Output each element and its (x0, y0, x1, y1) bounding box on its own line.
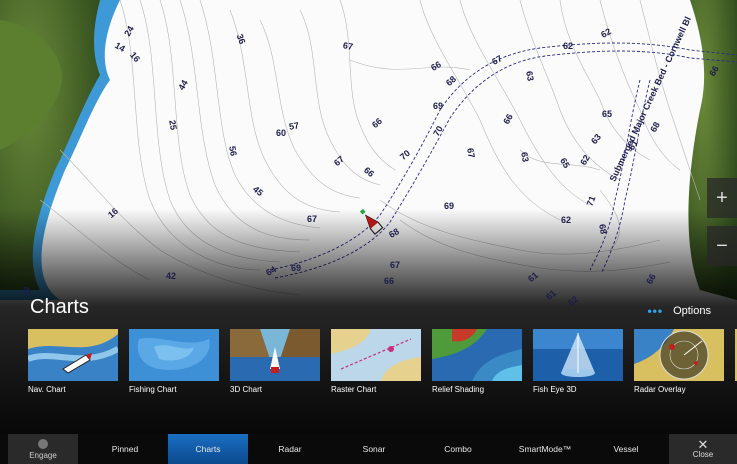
tile-label: Fishing Chart (129, 385, 177, 394)
options-button[interactable]: ••• Options (647, 304, 711, 318)
tab-smartmode[interactable]: SmartMode™ (505, 434, 585, 464)
fish-eye-3d-thumbnail (533, 329, 623, 381)
depth-label: 56 (227, 145, 239, 157)
depth-label: 67 (307, 214, 318, 224)
depth-label: 67 (390, 260, 401, 270)
depth-label: 62 (563, 41, 574, 51)
tile-nav-chart[interactable]: Nav. Chart (28, 329, 118, 394)
tile-label: 3D Chart (230, 385, 263, 394)
depth-label: 62 (561, 215, 572, 225)
tab-radar[interactable]: Radar (260, 434, 320, 464)
depth-label: 66 (384, 276, 395, 286)
depth-label: 60 (276, 128, 287, 138)
depth-label: 25 (167, 119, 179, 131)
depth-label: 69 (444, 201, 455, 211)
depth-label: 65 (602, 109, 613, 119)
tile-radar-overlay[interactable]: Radar Overlay (634, 329, 724, 394)
depth-label: 68 (597, 223, 609, 235)
3d-chart-thumbnail (230, 329, 320, 381)
tab-sonar[interactable]: Sonar (344, 434, 404, 464)
tile-fish-eye-3d[interactable]: Fish Eye 3D (533, 329, 623, 394)
tile-label: Fish Eye 3D (533, 385, 577, 394)
minus-icon: − (716, 234, 728, 257)
depth-label: 67 (342, 40, 354, 52)
chart-tiles-row: Nav. Chart Fishing Chart 3D Chart Raster… (28, 329, 737, 399)
nav-chart-thumbnail (28, 329, 118, 381)
depth-label: 69 (433, 101, 444, 111)
tile-label: Relief Shading (432, 385, 485, 394)
tab-combo[interactable]: Combo (428, 434, 488, 464)
radar-overlay-thumbnail (634, 329, 724, 381)
ellipsis-icon: ••• (647, 304, 664, 318)
engage-label: Engage (29, 450, 57, 460)
tile-label: Radar Overlay (634, 385, 686, 394)
depth-label: 57 (288, 120, 300, 132)
fishing-chart-thumbnail (129, 329, 219, 381)
zoom-in-button[interactable]: + (707, 178, 737, 218)
tile-relief-shading[interactable]: Relief Shading (432, 329, 522, 394)
bottom-tab-bar: Pinned Charts Radar Sonar Combo SmartMod… (0, 434, 737, 464)
close-label: Close (692, 450, 714, 459)
raster-chart-thumbnail (331, 329, 421, 381)
tile-label: Raster Chart (331, 385, 377, 394)
tile-label: Nav. Chart (28, 385, 66, 394)
depth-label: 69 (291, 263, 302, 273)
plus-icon: + (716, 186, 728, 209)
tab-charts[interactable]: Charts (168, 434, 248, 464)
options-label: Options (673, 305, 711, 317)
autopilot-icon (38, 438, 48, 449)
panel-title: Charts (30, 296, 89, 318)
tab-vessel[interactable]: Vessel (596, 434, 656, 464)
close-icon: ✕ (697, 437, 709, 452)
close-button[interactable]: ✕ Close (669, 434, 737, 464)
depth-label: 63 (519, 151, 531, 163)
depth-label: 67 (465, 147, 477, 159)
depth-label: 63 (524, 70, 536, 82)
tab-pinned[interactable]: Pinned (95, 434, 155, 464)
relief-shading-thumbnail (432, 329, 522, 381)
zoom-out-button[interactable]: − (707, 226, 737, 266)
tile-3d-chart[interactable]: 3D Chart (230, 329, 320, 394)
depth-label: 42 (166, 271, 177, 281)
engage-button[interactable]: Engage (8, 434, 78, 464)
tile-raster-chart[interactable]: Raster Chart (331, 329, 421, 394)
tile-fishing-chart[interactable]: Fishing Chart (129, 329, 219, 394)
